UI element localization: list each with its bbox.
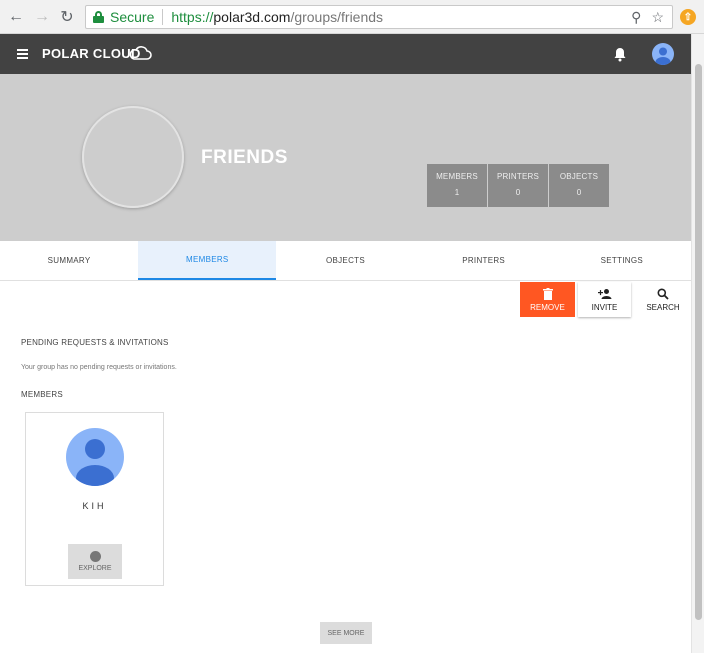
- cloud-icon: [129, 46, 152, 60]
- tab-printers[interactable]: PRINTERS: [415, 241, 553, 280]
- app-bar: POLAR CLOUD: [0, 34, 691, 74]
- user-avatar-icon: [655, 47, 671, 65]
- stat-objects: OBJECTS 0: [549, 164, 609, 207]
- tab-objects[interactable]: OBJECTS: [276, 241, 414, 280]
- pending-empty-text: Your group has no pending requests or in…: [21, 364, 177, 371]
- stat-value: 1: [454, 188, 460, 197]
- page-scrollbar[interactable]: [691, 34, 704, 653]
- stat-value: 0: [515, 188, 521, 197]
- extension-icon[interactable]: ⇧: [680, 9, 696, 25]
- remove-button[interactable]: REMOVE: [520, 282, 575, 317]
- forward-arrow-icon[interactable]: →: [32, 7, 52, 27]
- stat-value: 0: [576, 188, 582, 197]
- tab-settings[interactable]: SETTINGS: [553, 241, 691, 280]
- invite-label: INVITE: [591, 302, 618, 312]
- bell-icon[interactable]: [613, 46, 627, 62]
- secure-label: Secure: [110, 9, 155, 25]
- stat-label: MEMBERS: [436, 172, 478, 181]
- member-card[interactable]: KIH EXPLORE: [25, 412, 164, 586]
- explore-button[interactable]: EXPLORE: [68, 544, 122, 579]
- url-protocol: https://: [171, 9, 214, 25]
- stat-label: OBJECTS: [559, 172, 599, 181]
- address-bar[interactable]: Secure https://polar3d.com/groups/friend…: [85, 5, 673, 29]
- search-button[interactable]: SEARCH: [643, 282, 683, 317]
- group-tabs: SUMMARY MEMBERS OBJECTS PRINTERS SETTING…: [0, 241, 691, 281]
- tab-summary[interactable]: SUMMARY: [0, 241, 138, 280]
- group-stats: MEMBERS 1 PRINTERS 0 OBJECTS 0: [427, 164, 609, 207]
- trash-icon: [542, 287, 553, 300]
- stat-label: PRINTERS: [496, 172, 540, 181]
- add-person-icon: [597, 288, 611, 299]
- compass-icon: [89, 551, 101, 562]
- group-title: FRIENDS: [201, 147, 288, 168]
- browser-chrome: ← → ↻ Secure https://polar3d.com/groups/…: [0, 0, 704, 34]
- menu-icon[interactable]: [17, 49, 28, 59]
- omnibox-divider: [162, 9, 164, 25]
- url-host: polar3d.com: [213, 9, 291, 25]
- pending-heading: PENDING REQUESTS & INVITATIONS: [21, 338, 169, 347]
- search-icon: [657, 288, 669, 300]
- person-icon: [76, 439, 114, 486]
- back-arrow-icon[interactable]: ←: [6, 7, 26, 27]
- members-heading: MEMBERS: [21, 390, 63, 399]
- zoom-icon[interactable]: ⚲: [631, 9, 641, 26]
- stat-members: MEMBERS 1: [427, 164, 487, 207]
- brand-logo[interactable]: POLAR CLOUD: [42, 46, 141, 61]
- url-path: /groups/friends: [290, 9, 384, 25]
- member-avatar[interactable]: [66, 428, 124, 486]
- see-more-button[interactable]: SEE MORE: [320, 622, 372, 644]
- user-avatar[interactable]: [652, 43, 674, 65]
- invite-button[interactable]: INVITE: [578, 282, 631, 317]
- group-header: FRIENDS MEMBERS 1 PRINTERS 0 OBJECTS 0: [0, 74, 691, 241]
- group-avatar: [82, 106, 184, 208]
- remove-label: REMOVE: [530, 302, 565, 312]
- bookmark-star-icon[interactable]: ☆: [651, 9, 664, 26]
- scrollbar-thumb[interactable]: [695, 64, 702, 620]
- explore-label: EXPLORE: [78, 565, 112, 572]
- stat-printers: PRINTERS 0: [488, 164, 548, 207]
- tab-members[interactable]: MEMBERS: [138, 241, 277, 280]
- member-name: KIH: [82, 501, 107, 511]
- reload-icon[interactable]: ↻: [57, 7, 77, 27]
- search-label: SEARCH: [646, 302, 680, 312]
- lock-icon: [93, 11, 104, 23]
